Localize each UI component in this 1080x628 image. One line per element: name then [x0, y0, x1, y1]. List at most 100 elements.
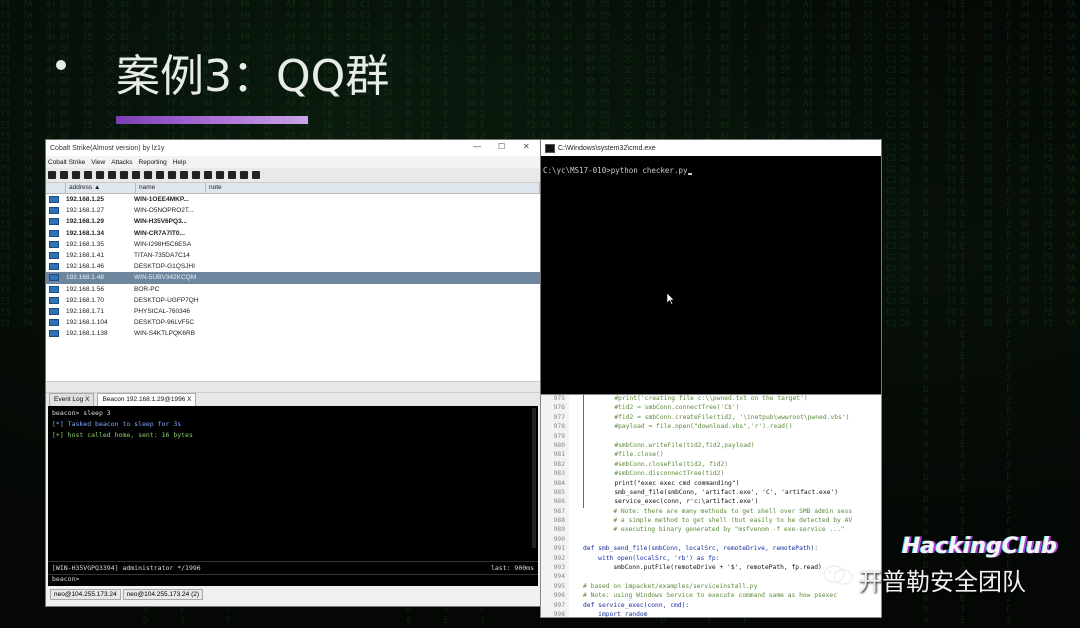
line-number: 982: [541, 460, 569, 471]
code-text: #tid2 = smbConn.connectTree('C$'): [584, 404, 740, 412]
address-label: address: [69, 184, 93, 191]
line-number: 977: [541, 413, 569, 424]
target-row[interactable]: 192.168.1.25 WIN-1OEE4MKP...: [46, 194, 540, 205]
target-row[interactable]: 192.168.1.48 WIN-5UBV342KCQM: [46, 272, 540, 284]
target-name: WIN-I298H5C6ESA: [134, 240, 192, 248]
beacon-status-left: [WIN-H35VGPQ3394] administrator */1996: [52, 564, 201, 572]
keys-icon[interactable]: [144, 171, 152, 179]
close-tab-icon[interactable]: X: [85, 396, 89, 403]
target-icon[interactable]: [108, 171, 116, 179]
menu-cobalt-strike[interactable]: Cobalt Strike: [48, 159, 85, 166]
line-number: 979: [541, 432, 569, 442]
close-tab-icon[interactable]: X: [187, 396, 191, 403]
screenshot-icon[interactable]: [156, 171, 164, 179]
note-column-header[interactable]: note: [206, 183, 540, 193]
cmd-console[interactable]: C:\yc\MS17-010>python checker.py: [541, 156, 881, 185]
matrix-column: ｸAｸAｸAｸAｸAｸAｸAｸAｸAｸAｸAｸAｸAｸAｸAｸAｸAｸAｸAｸA…: [1066, 0, 1076, 329]
target-row[interactable]: 192.168.1.34 WIN-CR7A7IT0...: [46, 228, 540, 239]
tab-beacon[interactable]: Beacon 192.168.1.29@1996 X: [97, 393, 197, 406]
cs-toolbar: [46, 168, 540, 183]
cloud-icon[interactable]: [228, 171, 236, 179]
fold-gutter: [569, 451, 584, 461]
target-address: 192.168.1.56: [66, 285, 104, 293]
line-number: 995: [541, 582, 569, 593]
code-text: def smb_send_file(smbConn, localSrc, rem…: [583, 545, 819, 553]
code-line: 996 # Note: using Windows Service to exec…: [541, 592, 881, 602]
icon-column-header: [46, 183, 66, 193]
session-tab-1[interactable]: neo@104.255.173.24: [50, 588, 121, 600]
book-icon[interactable]: [240, 171, 248, 179]
code-text: smb_send_file(smbConn, 'artifact.exe', '…: [584, 488, 839, 496]
code-text: # executing binary generated by "msfveno…: [583, 526, 845, 534]
file-icon[interactable]: [192, 171, 200, 179]
beacon-console[interactable]: beacon> sleep 3 [*] Tasked beacon to sle…: [48, 406, 538, 561]
code-text: import random: [583, 610, 648, 618]
wechat-icon: [823, 565, 853, 585]
beacon-command-input[interactable]: beacon>: [48, 574, 538, 586]
remove-icon[interactable]: [60, 171, 68, 179]
package-icon[interactable]: [252, 171, 260, 179]
line-number: 996: [541, 592, 569, 602]
target-address: 192.168.1.48: [66, 274, 104, 282]
name-column-header[interactable]: name: [136, 183, 206, 193]
fold-gutter: [569, 602, 583, 611]
code-text: def service_exec(conn, cmd):: [583, 601, 690, 609]
windows-host-icon: [49, 307, 59, 315]
fold-gutter: [569, 460, 584, 471]
tab-event-log[interactable]: Event Log X: [49, 393, 95, 406]
windows-host-icon: [49, 296, 59, 304]
target-name: TITAN-735DA7C14: [134, 252, 190, 260]
split-pane-divider[interactable]: [46, 381, 540, 393]
headphones-icon[interactable]: [72, 171, 80, 179]
menu-attacks[interactable]: Attacks: [111, 159, 132, 166]
code-text: #file.close(): [584, 451, 664, 459]
target-row[interactable]: 192.168.1.29 WIN-H35V6PQ3...: [46, 216, 540, 227]
credentials-icon[interactable]: [120, 171, 128, 179]
target-row[interactable]: 192.168.1.56 BOR-PC: [46, 284, 540, 295]
code-line: 987 # Note: there are many methods to ge…: [541, 507, 881, 518]
session-tab-2[interactable]: neo@104.255.173.24 (2): [122, 588, 204, 600]
cmd-window-title: C:\Windows\system32\cmd.exe: [558, 144, 656, 152]
target-row[interactable]: 192.168.1.41 TITAN-735DA7C14: [46, 250, 540, 261]
maximize-icon[interactable]: ☐: [498, 142, 505, 151]
close-icon[interactable]: ✕: [523, 142, 530, 151]
code-text: service_exec(conn, r'c:\artifact.exe'): [584, 498, 759, 506]
menu-reporting[interactable]: Reporting: [139, 159, 167, 166]
gear-icon[interactable]: [168, 171, 176, 179]
windows-host-icon: [49, 319, 59, 327]
terminal-icon[interactable]: [204, 171, 212, 179]
target-row[interactable]: 192.168.1.27 WIN-O5NOPRO2T...: [46, 205, 540, 216]
line-number: 976: [541, 404, 569, 414]
coffee-icon[interactable]: [180, 171, 188, 179]
target-address: 192.168.1.70: [66, 296, 104, 304]
target-name: WIN-H35V6PQ3...: [134, 218, 188, 226]
target-row[interactable]: 192.168.1.46 DESKTOP-G1QSJHI: [46, 261, 540, 272]
bullet-icon: [56, 60, 66, 70]
console-scrollbar[interactable]: [532, 408, 536, 548]
target-row[interactable]: 192.168.1.71 PHYSICAL-760346: [46, 306, 540, 317]
add-icon[interactable]: [48, 171, 56, 179]
target-address: 192.168.1.29: [66, 218, 104, 226]
fold-gutter: [569, 488, 584, 499]
fold-gutter: [569, 413, 584, 424]
target-row[interactable]: 192.168.1.35 WIN-I298H5C6ESA: [46, 239, 540, 250]
address-column-header[interactable]: address ▲: [66, 183, 136, 193]
code-line: 998 import random: [541, 610, 881, 618]
link-icon[interactable]: [216, 171, 224, 179]
menu-help[interactable]: Help: [173, 159, 186, 166]
target-row[interactable]: 192.168.1.104 DESKTOP-96LVF5C: [46, 317, 540, 328]
menu-view[interactable]: View: [91, 159, 105, 166]
graph-icon[interactable]: [84, 171, 92, 179]
download-icon[interactable]: [132, 171, 140, 179]
target-address: 192.168.1.27: [66, 207, 104, 215]
target-row[interactable]: 192.168.1.70 DESKTOP-UGFP7QH: [46, 295, 540, 306]
fold-gutter: [569, 517, 583, 526]
fold-gutter: [569, 545, 583, 554]
list-icon[interactable]: [96, 171, 104, 179]
code-line: 985 smb_send_file(smbConn, 'artifact.exe…: [541, 488, 881, 499]
minimize-icon[interactable]: —: [473, 142, 481, 151]
code-text: #payload = file.open("download.vbs",'r')…: [584, 423, 793, 431]
line-number: 986: [541, 498, 569, 508]
matrix-column: ｸAｸAｸAｸAｸAｸAｸAｸAｸAｸAｸAｸAｸAｸAｸAｸAｸAｸAｸAｸA…: [23, 0, 33, 329]
target-row[interactable]: 192.168.1.138 WIN-S4KTLPQK6RB: [46, 328, 540, 339]
